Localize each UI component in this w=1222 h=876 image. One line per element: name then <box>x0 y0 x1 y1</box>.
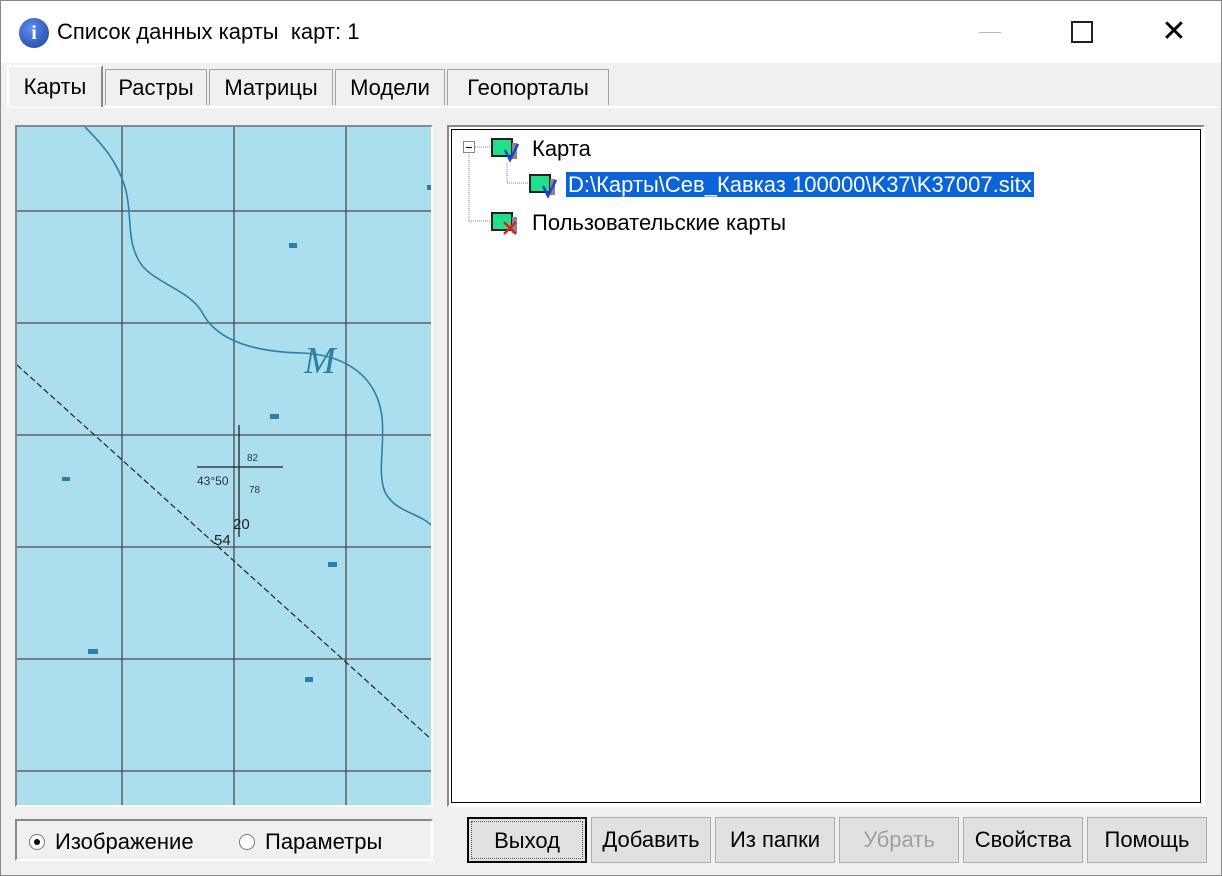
map-marker-letter: M <box>303 340 338 382</box>
map-file-path: D:\Карты\Сев_Кавказ 100000\K37\K37007.si… <box>565 171 1035 198</box>
map-preview[interactable]: M 43°50 82 78 20 54 <box>15 125 433 807</box>
map-number-20: 20 <box>233 516 250 533</box>
maximize-icon <box>1071 21 1093 43</box>
tree-frame: Карта D:\Карты\Сев_Кавказ 100000\K37\K37… <box>451 129 1201 803</box>
tree-node-map-file[interactable]: D:\Карты\Сев_Кавказ 100000\K37\K37007.si… <box>565 171 1035 198</box>
remove-button[interactable]: Убрать <box>839 817 959 863</box>
map-layer-cross-icon <box>491 212 517 235</box>
tab-models[interactable]: Модели <box>335 69 445 105</box>
map-data-list-window: i Список данных карты карт: 1 ✕ Карты Ра… <box>0 0 1222 876</box>
maximize-button[interactable] <box>1036 1 1128 63</box>
minimize-button[interactable] <box>944 1 1036 63</box>
map-small-label-b: 78 <box>249 485 261 496</box>
map-symbols <box>62 185 431 682</box>
map-coord-label: 43°50 <box>197 474 229 488</box>
radio-params[interactable]: Параметры <box>239 829 382 855</box>
exit-button[interactable]: Выход <box>467 817 587 863</box>
tree-node-user-maps[interactable]: Пользовательские карты <box>532 210 786 236</box>
tree-collapse-toggle[interactable] <box>463 141 475 153</box>
tree-node-map[interactable]: Карта <box>532 136 591 162</box>
map-grid <box>17 127 431 805</box>
tab-geoportals[interactable]: Геопорталы <box>447 69 609 105</box>
map-layer-check-icon <box>529 174 558 199</box>
properties-button[interactable]: Свойства <box>963 817 1083 863</box>
help-button[interactable]: Помощь <box>1087 817 1207 863</box>
close-button[interactable]: ✕ <box>1128 1 1220 63</box>
view-mode-group: Изображение Параметры <box>15 819 433 861</box>
map-preview-canvas: M 43°50 82 78 20 54 <box>17 127 431 805</box>
tab-bar: Карты Растры Матрицы Модели Геопорталы <box>1 65 1221 109</box>
map-border-line <box>17 364 431 740</box>
radio-image[interactable]: Изображение <box>29 829 194 855</box>
radio-image-indicator[interactable] <box>29 834 45 850</box>
from-folder-button[interactable]: Из папки <box>715 817 835 863</box>
map-small-label-a: 82 <box>247 453 259 464</box>
info-icon: i <box>19 18 49 48</box>
map-river <box>84 127 431 526</box>
close-icon: ✕ <box>1161 14 1187 49</box>
add-button[interactable]: Добавить <box>591 817 711 863</box>
tab-rasters[interactable]: Растры <box>105 69 207 105</box>
map-number-54: 54 <box>214 532 231 549</box>
window-title: Список данных карты карт: 1 <box>57 19 360 44</box>
minimize-icon <box>979 31 1001 33</box>
radio-image-label: Изображение <box>55 829 194 854</box>
tab-panel-border <box>7 106 1219 108</box>
tab-matrices[interactable]: Матрицы <box>209 69 333 105</box>
title-bar[interactable]: i Список данных карты карт: 1 ✕ <box>1 1 1221 63</box>
tab-maps[interactable]: Карты <box>7 65 103 107</box>
map-tree-view[interactable]: Карта D:\Карты\Сев_Кавказ 100000\K37\K37… <box>447 125 1205 807</box>
radio-params-indicator[interactable] <box>239 834 255 850</box>
map-layer-check-icon <box>491 138 520 163</box>
radio-params-label: Параметры <box>265 829 383 854</box>
